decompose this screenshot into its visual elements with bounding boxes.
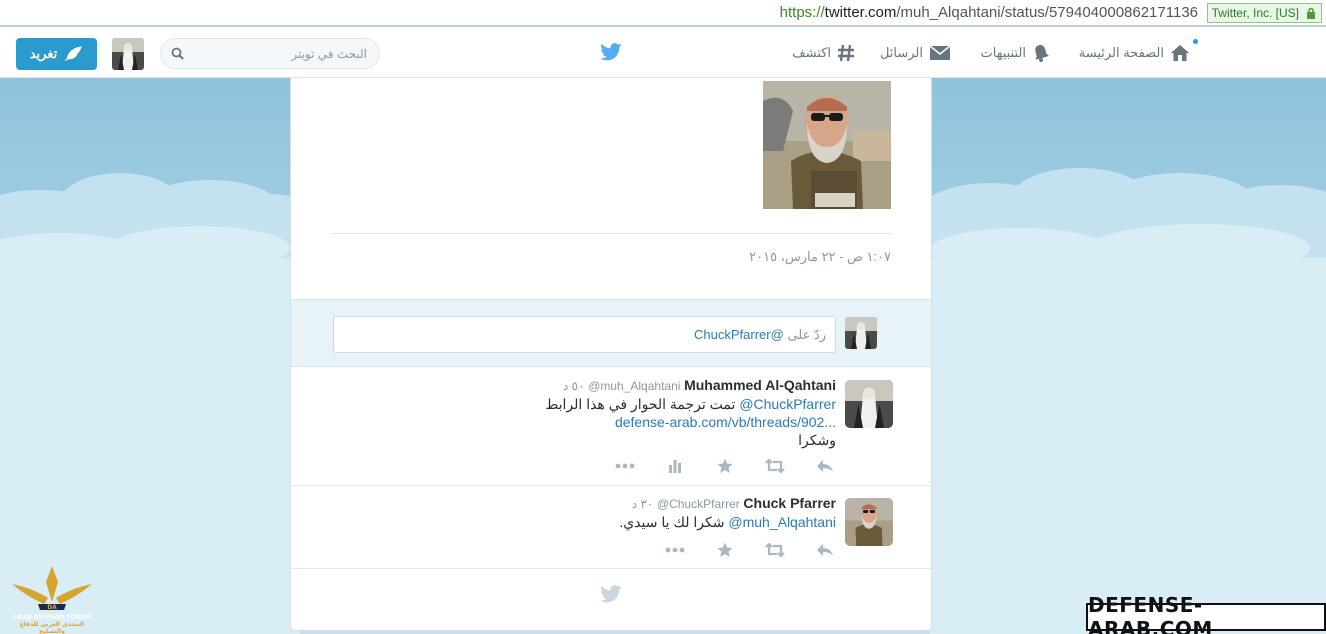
nav-notifications-label: التنبيهات xyxy=(980,44,1026,60)
reply-input[interactable]: ردّ على @ChuckPfarrer xyxy=(333,316,836,353)
twitter-bird-footer-icon xyxy=(600,585,622,603)
hashtag-icon xyxy=(838,44,854,61)
tweet-link[interactable]: defense-arab.com/vb/threads/902... xyxy=(416,413,836,431)
tweet-media-photo[interactable] xyxy=(763,81,891,209)
retweet-icon xyxy=(765,459,785,473)
reply-composer: ردّ على @ChuckPfarrer xyxy=(291,299,931,367)
nav-discover[interactable]: اكتشف xyxy=(792,27,855,78)
author-handle[interactable]: @ChuckPfarrer xyxy=(657,497,740,511)
reply-avatar xyxy=(845,317,877,349)
author-name[interactable]: Chuck Pfarrer xyxy=(743,495,836,511)
tweet-text: @ChuckPfarrer تمت ترجمة الحوار في هذا ال… xyxy=(416,395,836,449)
nav-notifications[interactable]: التنبيهات xyxy=(981,27,1050,78)
nav-discover-label: اكتشف xyxy=(792,44,831,60)
avatar-photo xyxy=(112,38,144,70)
reply-mention: @ChuckPfarrer xyxy=(694,327,784,342)
retweet-icon xyxy=(765,543,785,557)
nav-messages[interactable]: الرسائل xyxy=(880,27,951,78)
eagle-emblem-icon: DA xyxy=(12,566,92,611)
nav-home[interactable]: الصفحة الرئيسة xyxy=(1079,27,1190,78)
bell-icon xyxy=(1035,44,1050,62)
retweet-action[interactable] xyxy=(765,458,785,474)
tweet-detail-panel: ١:٠٧ ص - ٢٢ مارس، ٢٠١٥ ردّ على @ChuckPfa… xyxy=(290,78,932,631)
author-name[interactable]: Muhammed Al-Qahtani xyxy=(684,377,836,393)
reply-tweet[interactable]: Chuck Pfarrer @ChuckPfarrer ٣٠ د @muh_Al… xyxy=(291,486,931,569)
url-path: /muh_Alqahtani/status/579404000862171136 xyxy=(896,4,1198,21)
svg-text:DA: DA xyxy=(47,604,57,611)
tweet-author-avatar[interactable] xyxy=(845,380,893,428)
forum-sub-text: المنتدى العربي للدفاع والتسليح xyxy=(19,621,85,634)
tweet-author-avatar[interactable] xyxy=(845,498,893,546)
bar-chart-icon xyxy=(669,460,681,473)
forum-brand-text: ARAB DEFENSE FORUM xyxy=(12,614,92,621)
favorite-action[interactable] xyxy=(715,542,735,558)
more-icon xyxy=(665,547,685,553)
twitter-topbar: الصفحة الرئيسة التنبيهات الرسائل اكتشف ت… xyxy=(0,27,1326,78)
nav-messages-label: الرسائل xyxy=(879,44,923,60)
star-icon xyxy=(717,542,733,557)
tweet-header: Chuck Pfarrer @ChuckPfarrer ٣٠ د xyxy=(632,495,836,511)
more-icon xyxy=(615,463,635,469)
tweet-actions xyxy=(615,458,835,474)
avatar-photo xyxy=(845,317,877,349)
search-box[interactable] xyxy=(160,38,380,69)
reply-action[interactable] xyxy=(815,458,835,474)
tweet-text: @muh_Alqahtani شكرا لك يا سيدي. xyxy=(416,513,836,531)
reply-prefix: ردّ على xyxy=(783,327,826,342)
certificate-badge[interactable]: Twitter, Inc. [US] xyxy=(1206,3,1322,23)
site-watermark: DEFENSE-ARAB.COM xyxy=(1086,593,1326,634)
tweet-body-text: شكرا لك يا سيدي. xyxy=(619,514,729,530)
more-action[interactable] xyxy=(665,542,685,558)
tweet-actions xyxy=(665,542,835,558)
search-input[interactable] xyxy=(187,45,367,63)
tweet-timestamp[interactable]: ١:٠٧ ص - ٢٢ مارس، ٢٠١٥ xyxy=(749,249,891,265)
avatar-photo xyxy=(845,380,893,428)
url-scheme: https:// xyxy=(779,4,825,21)
favorite-action[interactable] xyxy=(715,458,735,474)
avatar-photo xyxy=(845,498,893,546)
retweet-action[interactable] xyxy=(765,542,785,558)
reply-tweet[interactable]: Muhammed Al-Qahtani @muh_Alqahtani ٥٠ د … xyxy=(291,368,931,486)
tweet-mention[interactable]: @ChuckPfarrer xyxy=(739,396,836,412)
compose-tweet-button[interactable]: تغريد xyxy=(16,38,97,70)
divider xyxy=(331,233,891,234)
analytics-action[interactable] xyxy=(665,458,685,474)
search-icon[interactable] xyxy=(171,47,184,60)
tweet-time[interactable]: ٥٠ د xyxy=(563,379,585,393)
tweet-line-1: @ChuckPfarrer تمت ترجمة الحوار في هذا ال… xyxy=(416,395,836,413)
twitter-bird-logo-icon[interactable] xyxy=(600,43,622,61)
certificate-label: Twitter, Inc. [US] xyxy=(1211,6,1299,20)
quill-icon xyxy=(64,46,82,62)
new-items-dot xyxy=(1193,39,1198,44)
url-text[interactable]: https://twitter.com/muh_Alqahtani/status… xyxy=(780,4,1198,21)
home-icon xyxy=(1171,44,1189,61)
envelope-icon xyxy=(929,44,951,60)
user-avatar[interactable] xyxy=(112,38,144,70)
reply-icon xyxy=(817,460,833,472)
reply-action[interactable] xyxy=(815,542,835,558)
reply-icon xyxy=(817,544,833,556)
lock-icon xyxy=(1307,7,1315,19)
tweet-mention[interactable]: @muh_Alqahtani xyxy=(728,514,836,530)
press-photo xyxy=(763,81,891,209)
browser-url-bar[interactable]: https://twitter.com/muh_Alqahtani/status… xyxy=(0,0,1326,26)
star-icon xyxy=(717,458,733,473)
author-handle[interactable]: @muh_Alqahtani xyxy=(588,379,680,393)
tweet-line-1-text: تمت ترجمة الحوار في هذا الرابط xyxy=(545,396,740,412)
nav-home-label: الصفحة الرئيسة xyxy=(1078,44,1164,60)
more-action[interactable] xyxy=(615,458,635,474)
tweet-time[interactable]: ٣٠ د xyxy=(632,497,654,511)
forum-logo-watermark: DA ARAB DEFENSE FORUM المنتدى العربي للد… xyxy=(8,564,96,634)
compose-tweet-label: تغريد xyxy=(29,46,58,61)
tweet-header: Muhammed Al-Qahtani @muh_Alqahtani ٥٠ د xyxy=(563,377,836,393)
url-domain: twitter.com xyxy=(824,4,897,21)
forum-logo-text: ARAB DEFENSE FORUM المنتدى العربي للدفاع… xyxy=(8,614,96,634)
tweet-line-3: وشكرا xyxy=(798,432,836,448)
